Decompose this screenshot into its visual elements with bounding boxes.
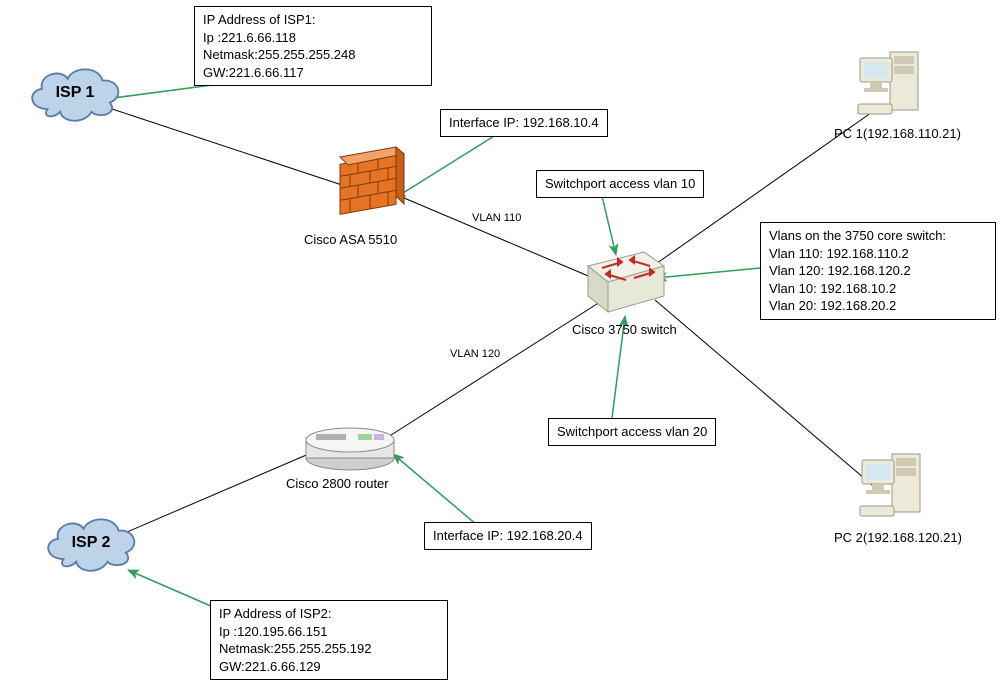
isp2-info-box: IP Address of ISP2: Ip :120.195.66.151 N… xyxy=(210,600,448,680)
vlan120: Vlan 120: 192.168.120.2 xyxy=(769,262,987,280)
vlans-title: Vlans on the 3750 core switch: xyxy=(769,227,987,245)
isp1-netmask: Netmask:255.255.255.248 xyxy=(203,46,423,64)
isp1-label: ISP 1 xyxy=(20,58,130,128)
vlan10-access: Switchport access vlan 10 xyxy=(545,176,695,191)
isp2-cloud: ISP 2 xyxy=(36,508,146,578)
isp1-info-box: IP Address of ISP1: Ip :221.6.66.118 Net… xyxy=(194,6,432,86)
switch-label: Cisco 3750 switch xyxy=(572,322,677,337)
asa-iface: Interface IP: 192.168.10.4 xyxy=(449,115,599,130)
isp1-title: IP Address of ISP1: xyxy=(203,11,423,29)
router-icon xyxy=(300,410,400,485)
vlan10-access-box: Switchport access vlan 10 xyxy=(536,170,704,198)
isp2-title: IP Address of ISP2: xyxy=(219,605,439,623)
vlan10: Vlan 10: 192.168.10.2 xyxy=(769,280,987,298)
link-vlan110: VLAN 110 xyxy=(472,212,521,224)
vlan20-access: Switchport access vlan 20 xyxy=(557,424,707,439)
router-iface-box: Interface IP: 192.168.20.4 xyxy=(424,522,592,550)
vlan20-access-box: Switchport access vlan 20 xyxy=(548,418,716,446)
pc1-label: PC 1(192.168.110.21) xyxy=(834,126,961,141)
pc1-icon xyxy=(856,46,926,129)
asa-iface-box: Interface IP: 192.168.10.4 xyxy=(440,109,608,137)
isp2-netmask: Netmask:255.255.255.192 xyxy=(219,640,439,658)
isp2-ip: Ip :120.195.66.151 xyxy=(219,623,439,641)
firewall-icon xyxy=(330,138,410,233)
pc2-icon xyxy=(858,448,928,531)
isp2-label: ISP 2 xyxy=(36,508,146,578)
vlan20: Vlan 20: 192.168.20.2 xyxy=(769,297,987,315)
vlan110: Vlan 110: 192.168.110.2 xyxy=(769,245,987,263)
isp2-gw: GW:221.6.66.129 xyxy=(219,658,439,676)
firewall-label: Cisco ASA 5510 xyxy=(304,232,397,247)
isp1-cloud: ISP 1 xyxy=(20,58,130,128)
isp1-ip: Ip :221.6.66.118 xyxy=(203,29,423,47)
switch-icon xyxy=(582,242,670,327)
connection-lines xyxy=(0,0,1005,696)
router-iface: Interface IP: 192.168.20.4 xyxy=(433,528,583,543)
router-label: Cisco 2800 router xyxy=(286,476,389,491)
link-vlan120: VLAN 120 xyxy=(450,348,500,360)
isp1-gw: GW:221.6.66.117 xyxy=(203,64,423,82)
pc2-label: PC 2(192.168.120.21) xyxy=(834,530,962,545)
switch-vlans-box: Vlans on the 3750 core switch: Vlan 110:… xyxy=(760,222,996,320)
